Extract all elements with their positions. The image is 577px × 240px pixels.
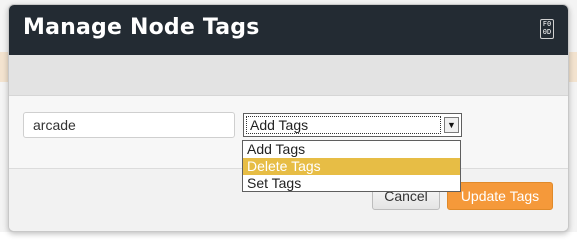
chevron-down-icon[interactable]: ▼ xyxy=(444,117,459,133)
dialog-subheader xyxy=(9,55,568,96)
option-delete-tags[interactable]: Delete Tags xyxy=(243,158,460,175)
manage-node-tags-dialog: Manage Node Tags F0 0D Add Tags ▼ Cancel… xyxy=(8,4,569,232)
close-glyph-bottom: 0D xyxy=(542,28,552,36)
close-glyph-top: F0 xyxy=(542,20,552,28)
option-add-tags[interactable]: Add Tags xyxy=(243,141,460,158)
action-select[interactable]: Add Tags ▼ xyxy=(243,113,462,137)
update-tags-button[interactable]: Update Tags xyxy=(447,182,553,210)
dialog-titlebar: Manage Node Tags F0 0D xyxy=(9,5,568,55)
action-select-dropdown: Add Tags Delete Tags Set Tags xyxy=(242,140,461,192)
option-set-tags[interactable]: Set Tags xyxy=(243,175,460,192)
dialog-title: Manage Node Tags xyxy=(23,15,260,40)
page: Manage Node Tags F0 0D Add Tags ▼ Cancel… xyxy=(0,0,577,232)
tag-input[interactable] xyxy=(23,112,235,138)
close-icon[interactable]: F0 0D xyxy=(540,19,554,39)
action-select-value: Add Tags xyxy=(250,117,309,133)
